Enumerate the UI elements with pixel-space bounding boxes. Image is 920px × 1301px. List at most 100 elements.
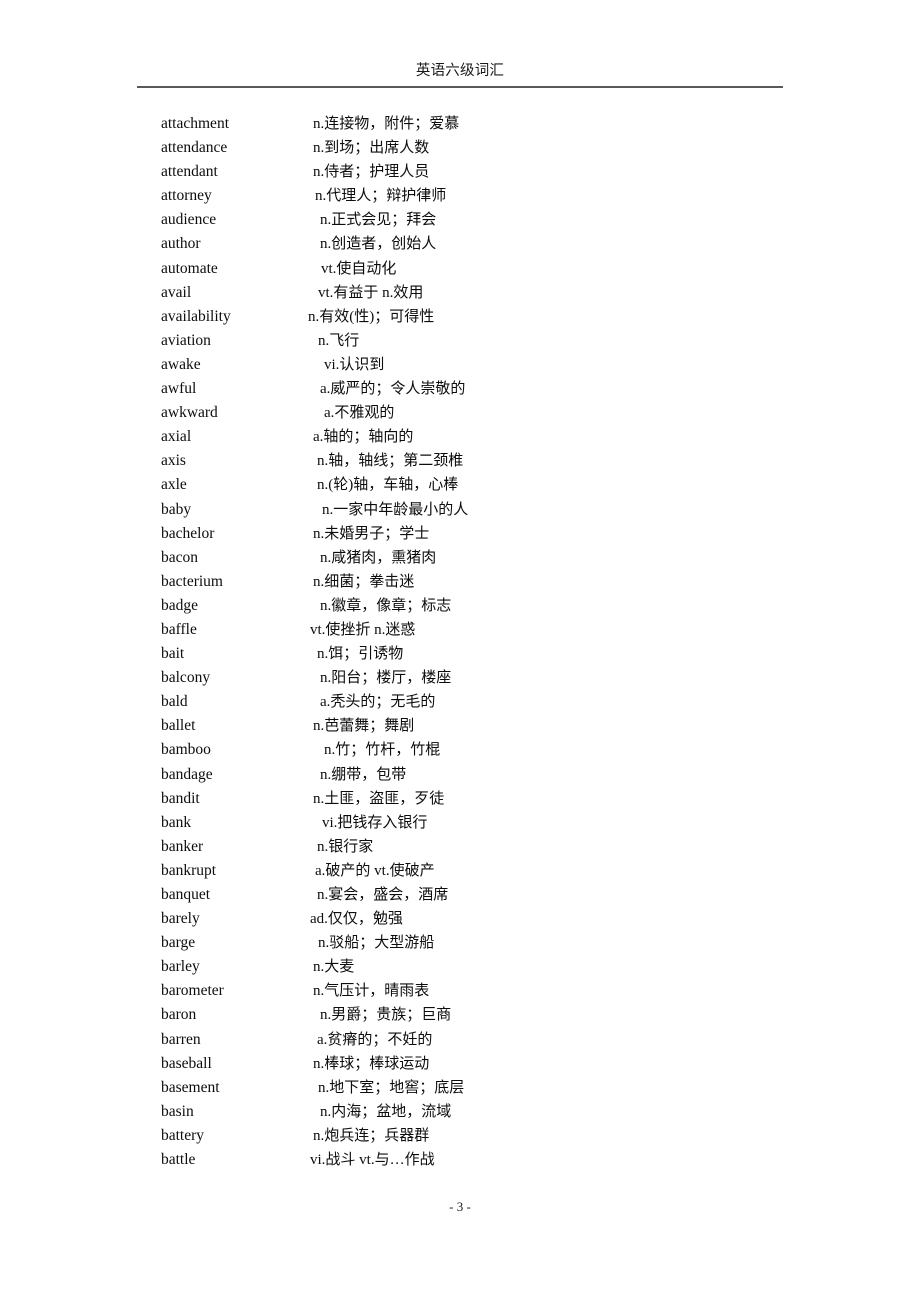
glossary-definition: n.气压计，晴雨表 [313, 983, 430, 1000]
glossary-definition: n.饵；引诱物 [317, 646, 404, 663]
glossary-entry: baffle vt.使挫折 n.迷惑 [0, 618, 920, 642]
glossary-definition: n.地下室；地窖；底层 [318, 1079, 465, 1096]
header-divider-rule [137, 86, 783, 88]
glossary-entry: awful a.威严的；令人崇敬的 [0, 377, 920, 401]
glossary-entry: bald a.秃头的；无毛的 [0, 690, 920, 714]
glossary-entry: ballet n.芭蕾舞；舞剧 [0, 714, 920, 738]
glossary-entry: bandage n.绷带，包带 [0, 763, 920, 787]
glossary-entry: banker n.银行家 [0, 835, 920, 859]
glossary-definition: n.飞行 [318, 332, 360, 349]
glossary-definition: n.土匪，盗匪，歹徒 [313, 790, 445, 807]
glossary-definition: n.阳台；楼厅，楼座 [320, 670, 452, 687]
glossary-term: axis [161, 452, 186, 470]
glossary-entry: aviation n.飞行 [0, 329, 920, 353]
glossary-entry: author n.创造者，创始人 [0, 232, 920, 256]
glossary-definition: ad.仅仅，勉强 [310, 911, 403, 928]
glossary-definition: n.一家中年龄最小的人 [322, 501, 469, 518]
glossary-definition: n.徽章，像章；标志 [320, 597, 452, 614]
glossary-entry: attendant n.侍者；护理人员 [0, 160, 920, 184]
glossary-term: banquet [161, 886, 211, 903]
glossary-definition: n.细菌；拳击迷 [313, 573, 415, 590]
glossary-definition: a.轴的；轴向的 [313, 429, 414, 446]
glossary-entry: battle vi.战斗 vt.与…作战 [0, 1148, 920, 1172]
glossary-term: basement [161, 1078, 220, 1096]
glossary-definition: vi.把钱存入银行 [322, 814, 428, 831]
glossary-entry: avail vt.有益于 n.效用 [0, 281, 920, 305]
glossary-entry: bacterium n.细菌；拳击迷 [0, 570, 920, 594]
glossary-definition: n.侍者；护理人员 [313, 164, 430, 181]
glossary-definition: n.有效(性)；可得性 [308, 308, 435, 325]
glossary-entry: badge n.徽章，像章；标志 [0, 594, 920, 618]
glossary-entry: bachelor n.未婚男子；学士 [0, 522, 920, 546]
glossary-term: bankrupt [161, 861, 217, 879]
glossary-entry: bait n.饵；引诱物 [0, 642, 920, 666]
glossary-definition: n.驳船；大型游船 [318, 935, 435, 952]
glossary-term: axle [161, 476, 187, 494]
glossary-entry: axis n.轴，轴线；第二颈椎 [0, 449, 920, 473]
document-page: 英语六级词汇 attachment n.连接物，附件；爱慕 attendance n.… [0, 0, 920, 1301]
glossary-definition: n.炮兵连；兵器群 [313, 1127, 430, 1144]
glossary-definition: n.男爵；贵族；巨商 [320, 1007, 452, 1024]
glossary-entry: barge n.驳船；大型游船 [0, 931, 920, 955]
glossary-entry: barometer n.气压计，晴雨表 [0, 979, 920, 1003]
glossary-term: author [161, 235, 201, 253]
glossary-entry: bandit n.土匪，盗匪，歹徒 [0, 787, 920, 811]
glossary-term: battle [161, 1151, 196, 1169]
glossary-term: audience [161, 211, 217, 229]
glossary-term: bacon [161, 548, 199, 566]
glossary-entry: barley n.大麦 [0, 955, 920, 979]
glossary-entry: barely ad.仅仅，勉强 [0, 907, 920, 931]
running-header: 英语六级词汇 [137, 62, 783, 80]
glossary-term: banker [161, 837, 204, 855]
glossary-term: attendant [161, 163, 218, 181]
glossary-term: barren [161, 1030, 201, 1048]
glossary-definition: n.棒球；棒球运动 [313, 1055, 430, 1072]
glossary-term: balcony [161, 669, 211, 687]
glossary-term: attorney [161, 187, 212, 205]
glossary-definition: vt.使挫折 n.迷惑 [310, 621, 416, 638]
glossary-entry: bacon n.咸猪肉，熏猪肉 [0, 546, 920, 570]
glossary-definition: a.不雅观的 [324, 405, 395, 422]
glossary-term: availability [161, 307, 231, 325]
glossary-definition: n.内海；盆地，流域 [320, 1103, 452, 1120]
glossary-definition: a.贫瘠的；不妊的 [317, 1031, 433, 1048]
glossary-entry: barren a.贫瘠的；不妊的 [0, 1028, 920, 1052]
glossary-term: basin [161, 1102, 194, 1120]
glossary-definition: vi.认识到 [324, 356, 385, 373]
glossary-definition: vi.战斗 vt.与…作战 [310, 1152, 435, 1169]
glossary-entry: audience n.正式会见；拜会 [0, 208, 920, 232]
glossary-term: bank [161, 813, 192, 831]
glossary-definition: a.威严的；令人崇敬的 [320, 381, 466, 398]
glossary-term: awful [161, 380, 197, 398]
glossary-definition: n.正式会见；拜会 [320, 212, 437, 229]
glossary-term: bacterium [161, 572, 223, 590]
glossary-entry: baseball n.棒球；棒球运动 [0, 1052, 920, 1076]
glossary-definition: n.银行家 [317, 838, 374, 855]
glossary-definition: a.破产的 vt.使破产 [315, 862, 435, 879]
glossary-term: ballet [161, 717, 196, 735]
glossary-term: baffle [161, 620, 197, 638]
glossary-term: bait [161, 645, 185, 663]
glossary-entry: axial a.轴的；轴向的 [0, 425, 920, 449]
glossary-term: awkward [161, 404, 218, 422]
glossary-term: bachelor [161, 524, 215, 542]
glossary-entry: automate vt.使自动化 [0, 257, 920, 281]
glossary-list: attachment n.连接物，附件；爱慕 attendance n.到场；出席人数… [0, 112, 920, 1172]
glossary-entry: baron n.男爵；贵族；巨商 [0, 1003, 920, 1027]
glossary-definition: n.代理人；辩护律师 [315, 188, 447, 205]
glossary-definition: n.轴，轴线；第二颈椎 [317, 453, 464, 470]
glossary-entry: bankrupt a.破产的 vt.使破产 [0, 859, 920, 883]
glossary-term: baby [161, 500, 192, 518]
glossary-term: barge [161, 934, 196, 952]
glossary-definition: n.(轮)轴，车轴，心棒 [317, 477, 459, 494]
glossary-entry: axle n.(轮)轴，车轴，心棒 [0, 473, 920, 497]
glossary-term: aviation [161, 331, 211, 349]
glossary-term: automate [161, 259, 218, 277]
glossary-term: axial [161, 428, 192, 446]
glossary-entry: basement n.地下室；地窖；底层 [0, 1076, 920, 1100]
glossary-term: bald [161, 693, 188, 711]
glossary-term: badge [161, 596, 199, 614]
page-footer: - 3 - [0, 1198, 920, 1216]
glossary-definition: n.芭蕾舞；舞剧 [313, 718, 415, 735]
glossary-definition: n.创造者，创始人 [320, 236, 437, 253]
